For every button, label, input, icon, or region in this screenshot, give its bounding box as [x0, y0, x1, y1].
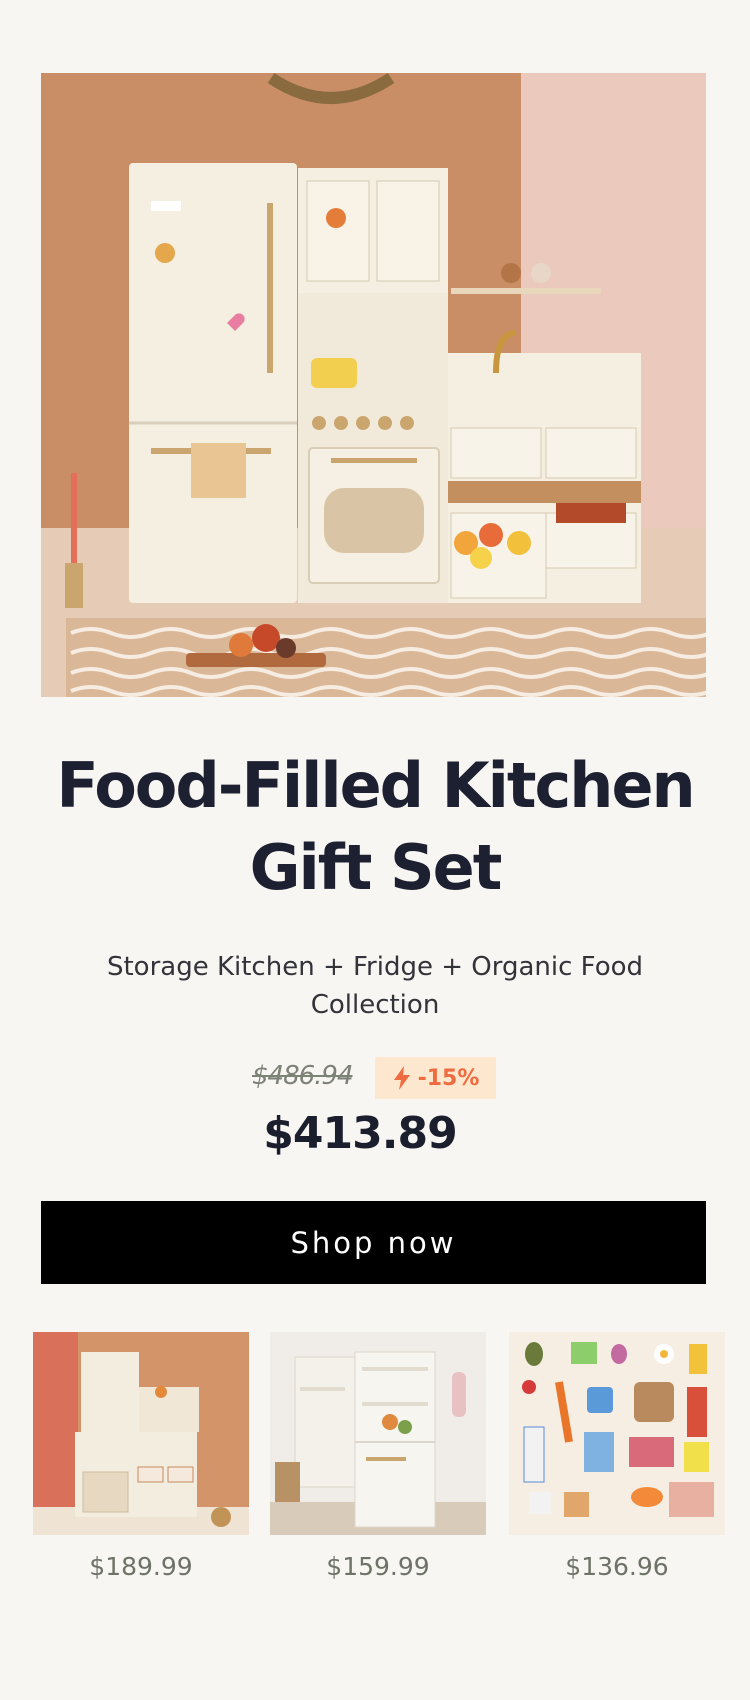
- related-price: $189.99: [89, 1552, 193, 1581]
- original-price: $486.94: [252, 1061, 354, 1091]
- price-row: $486.94 -15%: [0, 1057, 750, 1101]
- related-price: $159.99: [326, 1552, 430, 1581]
- product-title-line2: Gift Set: [249, 831, 503, 904]
- play-kitchen-illustration: [41, 73, 706, 697]
- organic-food-thumbnail: [509, 1332, 725, 1535]
- product-title: Food-Filled Kitchen Gift Set: [40, 745, 710, 909]
- product-subtitle: Storage Kitchen + Fridge + Organic Food …: [106, 952, 644, 1020]
- fridge-image[interactable]: [270, 1332, 486, 1535]
- shop-now-button[interactable]: Shop now: [41, 1201, 706, 1284]
- sale-price: $413.89: [263, 1108, 457, 1159]
- related-price: $136.96: [565, 1552, 669, 1581]
- hero-image[interactable]: [41, 73, 706, 697]
- product-title-line1: Food-Filled Kitchen: [56, 749, 695, 822]
- related-product-storage-kitchen[interactable]: $189.99: [33, 1332, 249, 1581]
- related-product-fridge[interactable]: $159.99: [270, 1332, 486, 1581]
- related-product-organic-food[interactable]: $136.96: [509, 1332, 725, 1581]
- discount-label: -15%: [417, 1065, 480, 1091]
- storage-kitchen-thumbnail: [33, 1332, 249, 1535]
- lightning-bolt-icon: [393, 1066, 410, 1090]
- fridge-thumbnail: [270, 1332, 486, 1535]
- organic-food-collection-image[interactable]: [509, 1332, 725, 1535]
- storage-kitchen-image[interactable]: [33, 1332, 249, 1535]
- discount-badge: -15%: [375, 1057, 496, 1099]
